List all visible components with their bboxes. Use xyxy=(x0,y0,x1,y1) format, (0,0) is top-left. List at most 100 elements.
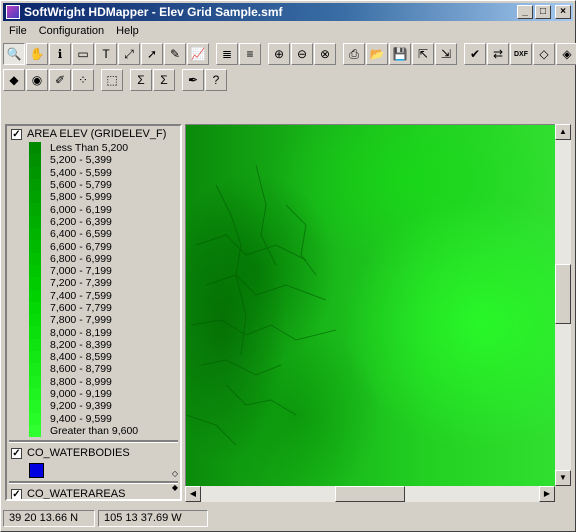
elevation-class: Greater than 9,600 xyxy=(7,424,180,438)
vertical-scrollbar[interactable]: ▲ ▼ xyxy=(555,124,571,486)
profile-button[interactable]: 📈 xyxy=(187,43,209,65)
class-swatch xyxy=(29,424,41,438)
zoom-in-button[interactable]: ⊕ xyxy=(268,43,290,65)
layer-area-elev[interactable]: ✓ AREA ELEV (GRIDELEV_F) xyxy=(7,126,180,142)
color-icon: ◈ xyxy=(562,47,572,61)
class-label: 6,800 - 6,999 xyxy=(50,252,112,265)
gps-button[interactable]: ◇ xyxy=(533,43,555,65)
scroll-down-button[interactable]: ▼ xyxy=(555,470,571,486)
sum-edit-button[interactable]: Σ xyxy=(153,69,175,91)
scroll-left-button[interactable]: ◀ xyxy=(185,486,201,502)
elevation-class: 6,200 - 6,399 xyxy=(7,215,180,229)
elevation-class: 6,800 - 6,999 xyxy=(7,252,180,265)
profile-icon: 📈 xyxy=(190,47,206,61)
open-folder-icon: 📂 xyxy=(369,47,385,61)
class-label: 5,200 - 5,399 xyxy=(50,154,112,167)
info-button[interactable]: ℹ xyxy=(49,43,71,65)
elevation-class: 8,200 - 8,399 xyxy=(7,338,180,352)
layer-waterbodies-checkbox[interactable]: ✓ xyxy=(11,447,22,459)
grid-layer-button[interactable]: ◉ xyxy=(26,69,48,91)
pointer-button[interactable]: ➚ xyxy=(141,43,163,65)
pan-hand-button[interactable]: ✋ xyxy=(26,43,48,65)
import-icon: ⇲ xyxy=(440,47,452,61)
elevation-class: 5,600 - 5,799 xyxy=(7,178,180,192)
measure-button[interactable]: ⤢ xyxy=(118,43,140,65)
status-latitude: 39 20 13.66 N xyxy=(3,510,95,527)
print-button[interactable]: ⎙ xyxy=(343,43,365,65)
export-icon: ⇱ xyxy=(417,47,429,61)
tools-button[interactable]: ✒ xyxy=(182,69,204,91)
close-button[interactable]: × xyxy=(555,5,571,19)
vertical-scroll-thumb[interactable] xyxy=(555,264,571,324)
legend-panel: ✓ AREA ELEV (GRIDELEV_F) Less Than 5,200… xyxy=(5,124,182,501)
add-layer-button[interactable]: ◆ xyxy=(3,69,25,91)
layer-waterbodies[interactable]: ✓ CO_WATERBODIES xyxy=(7,445,180,461)
edit-layer-button[interactable]: ✐ xyxy=(49,69,71,91)
class-swatch xyxy=(29,191,41,204)
elevation-raster xyxy=(186,125,556,487)
elevation-class: Less Than 5,200 xyxy=(7,142,180,155)
layers-button[interactable]: ≣ xyxy=(216,43,238,65)
tools-icon: ✒ xyxy=(187,73,199,87)
class-swatch xyxy=(29,178,41,192)
sum-button[interactable]: Σ xyxy=(130,69,152,91)
layers-edit-button[interactable]: ≡ xyxy=(239,43,261,65)
convert-button[interactable]: ⇄ xyxy=(487,43,509,65)
class-swatch xyxy=(29,264,41,278)
zoom-cancel-icon: ⊗ xyxy=(319,47,331,61)
edit-layer-icon: ✐ xyxy=(54,73,66,87)
horizontal-scrollbar[interactable]: ◀ ▶ xyxy=(185,486,555,502)
legend-scroll-arrows[interactable]: ◇ ◆ xyxy=(172,467,178,495)
points-button[interactable]: ⁘ xyxy=(72,69,94,91)
measure-icon: ⤢ xyxy=(124,47,134,61)
elevation-class: 7,600 - 7,799 xyxy=(7,301,180,315)
elevation-class: 7,200 - 7,399 xyxy=(7,277,180,290)
label-button[interactable]: ▭ xyxy=(72,43,94,65)
zoom-select-button[interactable]: 🔍 xyxy=(3,43,25,65)
select-area-button[interactable]: ⬚ xyxy=(101,69,123,91)
export-button[interactable]: ⇱ xyxy=(412,43,434,65)
layer-waterareas[interactable]: ✓ CO_WATERAREAS xyxy=(7,486,180,499)
zoom-in-icon: ⊕ xyxy=(273,47,285,61)
text-button[interactable]: T xyxy=(95,43,117,65)
save-button[interactable]: 💾 xyxy=(389,43,411,65)
scroll-right-button[interactable]: ▶ xyxy=(539,486,555,502)
class-label: 8,000 - 8,199 xyxy=(50,326,112,339)
elevation-class: 6,600 - 6,799 xyxy=(7,240,180,253)
menu-file[interactable]: File xyxy=(3,25,33,37)
scroll-up-button[interactable]: ▲ xyxy=(555,124,571,140)
layer-waterareas-checkbox[interactable]: ✓ xyxy=(11,488,22,499)
print-icon: ⎙ xyxy=(349,47,359,61)
menu-help[interactable]: Help xyxy=(110,25,145,37)
help-button[interactable]: ? xyxy=(205,69,227,91)
maximize-button[interactable]: □ xyxy=(535,5,551,19)
zoom-out-button[interactable]: ⊖ xyxy=(291,43,313,65)
horizontal-scroll-thumb[interactable] xyxy=(335,486,405,502)
open-folder-button[interactable]: 📂 xyxy=(366,43,388,65)
class-swatch xyxy=(29,338,41,352)
dxf-button[interactable]: DXF xyxy=(510,43,532,65)
class-label: 6,400 - 6,599 xyxy=(50,228,112,241)
menu-configuration[interactable]: Configuration xyxy=(33,25,110,37)
grid-layer-icon: ◉ xyxy=(31,73,43,87)
select-area-icon: ⬚ xyxy=(106,73,118,87)
class-swatch xyxy=(29,387,41,401)
map-view[interactable] xyxy=(185,124,556,487)
zoom-cancel-button[interactable]: ⊗ xyxy=(314,43,336,65)
pointer-icon: ➚ xyxy=(146,47,158,61)
main-toolbar: 🔍 ✋ ℹ ▭ T ⤢ ➚ ✎ 📈 ≣ ≡ ⊕ ⊖ ⊗ ⎙ 📂 💾 ⇱ ⇲ ✔ ⇄ DXF ◇ ◈ xyxy=(3,42,576,66)
import-button[interactable]: ⇲ xyxy=(435,43,457,65)
color-button[interactable]: ◈ xyxy=(556,43,576,65)
class-label: 9,400 - 9,599 xyxy=(50,412,112,425)
class-swatch xyxy=(29,412,41,425)
layer-area-elev-checkbox[interactable]: ✓ xyxy=(11,128,22,140)
class-swatch xyxy=(29,252,41,265)
class-swatch xyxy=(29,351,41,364)
elevation-class: 8,800 - 8,999 xyxy=(7,375,180,388)
class-label: Greater than 9,600 xyxy=(50,424,139,437)
class-label: 5,400 - 5,599 xyxy=(50,166,112,179)
check-button[interactable]: ✔ xyxy=(464,43,486,65)
node-edit-button[interactable]: ✎ xyxy=(164,43,186,65)
minimize-button[interactable]: _ xyxy=(517,5,533,19)
menu-bar: File Configuration Help xyxy=(3,22,145,40)
